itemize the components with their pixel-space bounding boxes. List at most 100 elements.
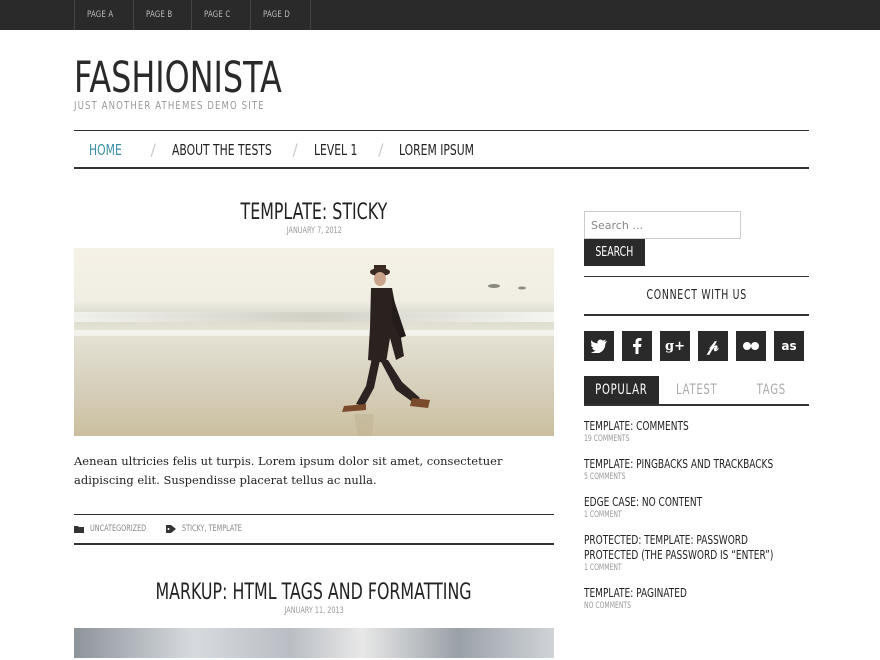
nav-link-home[interactable]: HOME [89,141,122,159]
post-featured-image[interactable] [74,248,554,436]
comment-count: 1 COMMENT [584,563,809,573]
nav-link-about[interactable]: ABOUT THE TESTS [172,141,272,159]
site-description: JUST ANOTHER ATHEMES DEMO SITE [74,99,318,112]
top-menu-item-page-b[interactable]: PAGE B [134,0,193,30]
comment-count: 5 COMMENTS [584,472,809,482]
facebook-icon[interactable] [622,331,652,361]
nav-item-level1[interactable]: LEVEL 1 [314,141,362,159]
twitter-icon[interactable] [584,331,614,361]
sidebar: Search … SEARCH CONNECT WITH US g+ 𝓅 as … [584,211,809,623]
site-description-text: JUST ANOTHER ATHEMES DEMO SITE [74,99,265,112]
nav-separator-glyph: / [378,140,384,159]
top-menu-item-page-a[interactable]: PAGE A [75,0,134,30]
search-placeholder: Search … [591,218,644,232]
tab-latest[interactable]: LATEST [659,376,734,404]
popular-post-link[interactable]: PROTECTED: TEMPLATE: PASSWORD PROTECTED … [584,532,773,562]
list-item: TEMPLATE: PINGBACKS AND TRACKBACKS 5 COM… [584,456,809,482]
post-markup: MARKUP: HTML TAGS AND FORMATTING JANUARY… [74,580,554,658]
comment-count-text: 5 COMMENTS [584,472,626,482]
post-meta: UNCATEGORIZED STICKY, TEMPLATE [74,514,554,545]
pinterest-glyph: 𝓅 [707,336,719,355]
tag-icon [166,525,176,533]
search-button-label[interactable]: SEARCH [596,245,634,260]
post-date-text[interactable]: JANUARY 7, 2012 [286,226,341,236]
nav-separator: / [276,140,313,159]
post-title[interactable]: MARKUP: HTML TAGS AND FORMATTING [74,580,554,606]
comment-count: 1 COMMENT [584,510,809,520]
site-title-text[interactable]: FASHIONISTA [74,56,282,100]
nav-link-lorem[interactable]: LOREM IPSUM [399,141,474,159]
top-menu-link[interactable]: PAGE B [146,10,172,20]
post-sticky: TEMPLATE: STICKY JANUARY 7, 2012 Aenean … [74,200,554,545]
site-title[interactable]: FASHIONISTA [74,56,355,100]
list-item: TEMPLATE: COMMENTS 19 COMMENTS [584,418,809,444]
nav-item-home[interactable]: HOME [89,141,135,159]
social-links: g+ 𝓅 as [584,331,809,361]
comment-count: NO COMMENTS [584,601,809,611]
lastfm-glyph: as [781,339,797,353]
comment-count: 19 COMMENTS [584,434,809,444]
sidebar-tabs: POPULAR LATEST TAGS [584,376,809,406]
flickr-icon[interactable] [736,331,766,361]
walking-man-photo [342,265,526,436]
popular-post-link[interactable]: TEMPLATE: PAGINATED [584,585,687,600]
tab-tags-label[interactable]: TAGS [757,382,786,398]
list-item: EDGE CASE: NO CONTENT 1 COMMENT [584,494,809,520]
nav-separator: / [362,140,399,159]
comment-count-text: NO COMMENTS [584,601,632,611]
main-navigation: HOME / ABOUT THE TESTS / LEVEL 1 / LOREM… [74,130,809,169]
comment-count-text: 1 COMMENT [584,510,622,520]
nav-separator-glyph: / [292,140,298,159]
popular-post-link[interactable]: TEMPLATE: COMMENTS [584,418,689,433]
post-category: UNCATEGORIZED [74,524,168,534]
top-menu-link[interactable]: PAGE C [204,10,230,20]
popular-post-title[interactable]: EDGE CASE: NO CONTENT [584,494,809,509]
post-title[interactable]: TEMPLATE: STICKY [74,200,554,226]
nav-item-about[interactable]: ABOUT THE TESTS [172,141,277,159]
popular-post-title[interactable]: PROTECTED: TEMPLATE: PASSWORD PROTECTED … [584,532,800,562]
top-menu: PAGE A PAGE B PAGE C PAGE D [74,0,311,30]
post-category-link[interactable]: UNCATEGORIZED [90,524,146,534]
popular-post-title[interactable]: TEMPLATE: PAGINATED [584,585,809,600]
popular-post-link[interactable]: TEMPLATE: PINGBACKS AND TRACKBACKS [584,456,773,471]
nav-separator: / [135,140,172,159]
post-tags-links[interactable]: STICKY, TEMPLATE [182,524,242,534]
popular-post-title[interactable]: TEMPLATE: PINGBACKS AND TRACKBACKS [584,456,809,471]
search-input[interactable]: Search … [584,211,741,239]
comment-count-text: 1 COMMENT [584,563,622,573]
post-excerpt: Aenean ultricies felis ut turpis. Lorem … [74,454,503,487]
top-menu-item-page-d[interactable]: PAGE D [251,0,311,30]
top-menu-link[interactable]: PAGE A [87,10,113,20]
comment-count-text: 19 COMMENTS [584,434,630,444]
pinterest-icon[interactable]: 𝓅 [698,331,728,361]
search-button[interactable]: SEARCH [584,239,645,266]
list-item: TEMPLATE: PAGINATED NO COMMENTS [584,585,809,611]
tab-latest-label[interactable]: LATEST [676,382,717,398]
tab-popular[interactable]: POPULAR [584,376,659,404]
nav-separator-glyph: / [150,140,156,159]
popular-post-link[interactable]: EDGE CASE: NO CONTENT [584,494,702,509]
connect-widget-title: CONNECT WITH US [584,276,809,316]
popular-post-title[interactable]: TEMPLATE: COMMENTS [584,418,809,433]
post-featured-image[interactable] [74,628,554,658]
post-date[interactable]: JANUARY 7, 2012 [74,226,554,236]
top-bar: PAGE A PAGE B PAGE C PAGE D [0,0,880,30]
top-menu-item-page-c[interactable]: PAGE C [192,0,252,30]
popular-posts-list: TEMPLATE: COMMENTS 19 COMMENTS TEMPLATE:… [584,418,809,611]
list-item: PROTECTED: TEMPLATE: PASSWORD PROTECTED … [584,532,809,573]
top-menu-link[interactable]: PAGE D [263,10,290,20]
post-date-text[interactable]: JANUARY 11, 2013 [284,606,343,616]
connect-title-text: CONNECT WITH US [646,288,747,303]
post-date[interactable]: JANUARY 11, 2013 [74,606,554,616]
lastfm-icon[interactable]: as [774,331,804,361]
post-title-text[interactable]: TEMPLATE: STICKY [241,200,388,226]
nav-link-level1[interactable]: LEVEL 1 [314,141,357,159]
nav-item-lorem[interactable]: LOREM IPSUM [399,141,503,159]
tab-popular-label[interactable]: POPULAR [595,382,647,398]
post-tags: STICKY, TEMPLATE [166,524,265,534]
tab-tags[interactable]: TAGS [734,376,809,404]
post-title-text[interactable]: MARKUP: HTML TAGS AND FORMATTING [156,580,472,606]
folder-icon [74,526,84,533]
google-plus-icon[interactable]: g+ [660,331,690,361]
google-plus-glyph: g+ [665,338,685,354]
